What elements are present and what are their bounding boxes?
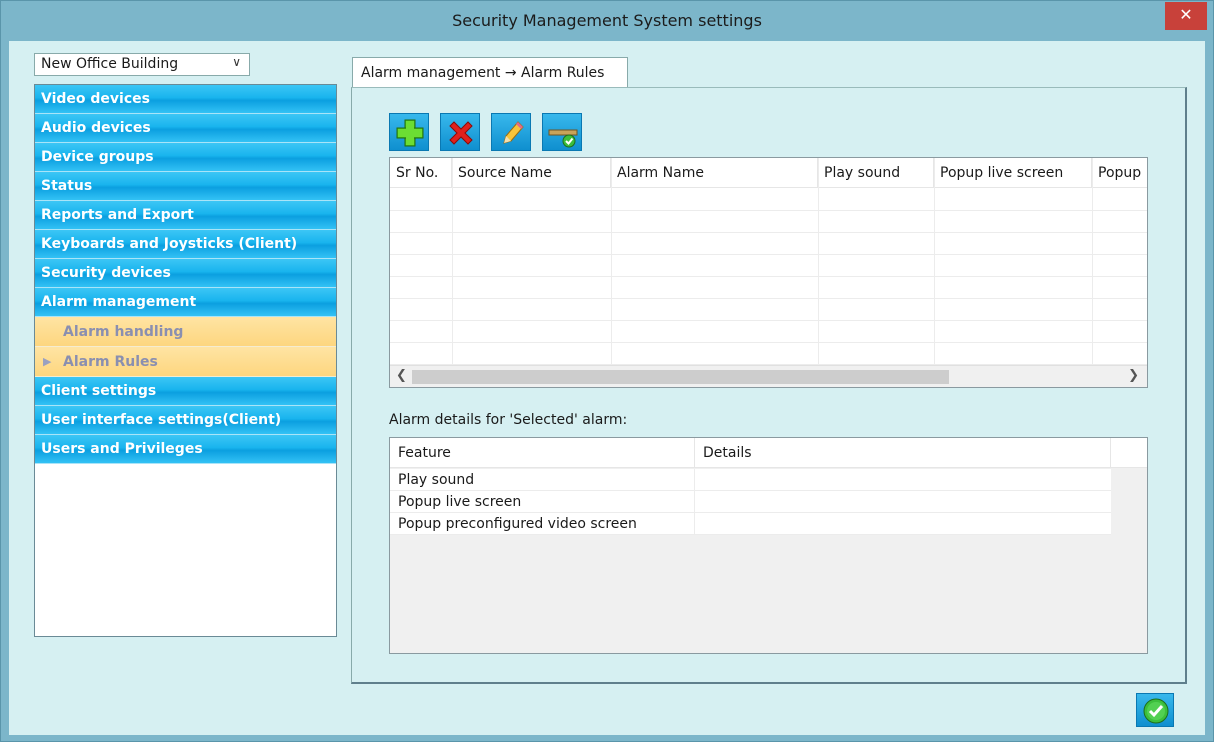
sidebar: Video devices Audio devices Device group… (34, 84, 337, 637)
details-cell (695, 469, 1111, 491)
details-cell (695, 491, 1111, 513)
column-header[interactable]: Play sound (818, 158, 934, 188)
sidebar-item-security-devices[interactable]: Security devices (35, 259, 336, 288)
details-row[interactable]: Popup live screen (390, 491, 1111, 513)
check-icon (1143, 698, 1169, 724)
alarm-details-table: Feature Details Play sound Popup live sc… (389, 437, 1148, 654)
feature-cell: Play sound (390, 469, 695, 491)
apply-button[interactable] (542, 113, 582, 151)
table-row[interactable] (390, 343, 1147, 365)
building-select-value: New Office Building (41, 56, 179, 72)
table-row[interactable] (390, 255, 1147, 277)
client-area: New Office Building ∨ Video devices Audi… (9, 41, 1205, 735)
building-select[interactable]: New Office Building ∨ (34, 53, 250, 76)
table-row[interactable] (390, 189, 1147, 211)
edit-icon (503, 121, 524, 144)
sidebar-item-label: Reports and Export (41, 207, 194, 223)
sidebar-item-audio-devices[interactable]: Audio devices (35, 114, 336, 143)
details-row[interactable]: Play sound (390, 469, 1111, 491)
table-row[interactable] (390, 211, 1147, 233)
tab-alarm-rules[interactable]: Alarm management → Alarm Rules (352, 57, 628, 87)
sidebar-item-device-groups[interactable]: Device groups (35, 143, 336, 172)
scrollbar-thumb[interactable] (412, 370, 949, 384)
table-header: Sr No. Source Name Alarm Name Play sound… (390, 158, 1147, 188)
sidebar-subitem-alarm-rules[interactable]: ▶ Alarm Rules (35, 347, 336, 377)
ok-button[interactable] (1136, 693, 1174, 727)
column-header[interactable]: Source Name (452, 158, 611, 188)
delete-icon (449, 121, 473, 145)
details-cell (695, 513, 1111, 535)
column-header[interactable]: Popup live screen (934, 158, 1092, 188)
sidebar-item-status[interactable]: Status (35, 172, 336, 201)
table-row[interactable] (390, 321, 1147, 343)
sidebar-item-alarm-management[interactable]: Alarm management (35, 288, 336, 317)
selected-arrow-icon: ▶ (43, 355, 52, 368)
scroll-left-icon[interactable]: ❮ (396, 368, 407, 383)
feature-cell: Popup live screen (390, 491, 695, 513)
add-icon (396, 119, 424, 147)
feature-cell: Popup preconfigured video screen (390, 513, 695, 535)
column-header[interactable]: Details (695, 438, 1111, 468)
alarm-rules-table: Sr No. Source Name Alarm Name Play sound… (389, 157, 1148, 388)
table-row[interactable] (390, 299, 1147, 321)
title-bar: Security Management System settings ✕ (1, 1, 1213, 41)
table-row[interactable] (390, 233, 1147, 255)
sidebar-item-label: Video devices (41, 91, 150, 107)
tab-label: Alarm management → Alarm Rules (361, 65, 605, 81)
sidebar-item-ui-settings[interactable]: User interface settings(Client) (35, 406, 336, 435)
horizontal-scrollbar[interactable]: ❮ ❯ (390, 365, 1147, 387)
details-header: Feature Details (390, 438, 1147, 468)
scroll-right-icon[interactable]: ❯ (1128, 368, 1139, 383)
sidebar-item-label: Audio devices (41, 120, 151, 136)
sidebar-subitem-label: Alarm Rules (63, 354, 158, 370)
table-row[interactable] (390, 277, 1147, 299)
edit-button[interactable] (491, 113, 531, 151)
close-button[interactable]: ✕ (1165, 2, 1207, 30)
details-label: Alarm details for 'Selected' alarm: (389, 412, 628, 428)
sidebar-item-reports-export[interactable]: Reports and Export (35, 201, 336, 230)
sidebar-item-label: User interface settings(Client) (41, 412, 282, 428)
sidebar-item-users-privileges[interactable]: Users and Privileges (35, 435, 336, 464)
alarm-rules-panel: Sr No. Source Name Alarm Name Play sound… (351, 87, 1187, 684)
sidebar-item-label: Client settings (41, 383, 157, 399)
sidebar-item-label: Device groups (41, 149, 154, 165)
window-title: Security Management System settings (452, 11, 762, 30)
sidebar-item-keyboards-joysticks[interactable]: Keyboards and Joysticks (Client) (35, 230, 336, 259)
sidebar-item-label: Status (41, 178, 93, 194)
column-header[interactable]: Alarm Name (611, 158, 818, 188)
sidebar-item-label: Keyboards and Joysticks (Client) (41, 236, 298, 252)
column-header[interactable]: Popup (1092, 158, 1147, 188)
add-button[interactable] (389, 113, 429, 151)
sidebar-item-client-settings[interactable]: Client settings (35, 377, 336, 406)
sidebar-item-video-devices[interactable]: Video devices (35, 85, 336, 114)
column-header[interactable]: Feature (390, 438, 695, 468)
chevron-down-icon: ∨ (232, 55, 241, 69)
delete-button[interactable] (440, 113, 480, 151)
sidebar-item-label: Alarm management (41, 294, 197, 310)
details-row[interactable]: Popup preconfigured video screen (390, 513, 1111, 535)
settings-window: Security Management System settings ✕ Ne… (0, 0, 1214, 742)
sidebar-item-label: Security devices (41, 265, 171, 281)
sidebar-item-label: Users and Privileges (41, 441, 203, 457)
apply-icon (548, 129, 578, 148)
sidebar-subitem-label: Alarm handling (63, 324, 184, 340)
column-header[interactable]: Sr No. (390, 158, 452, 188)
sidebar-subitem-alarm-handling[interactable]: Alarm handling (35, 317, 336, 347)
